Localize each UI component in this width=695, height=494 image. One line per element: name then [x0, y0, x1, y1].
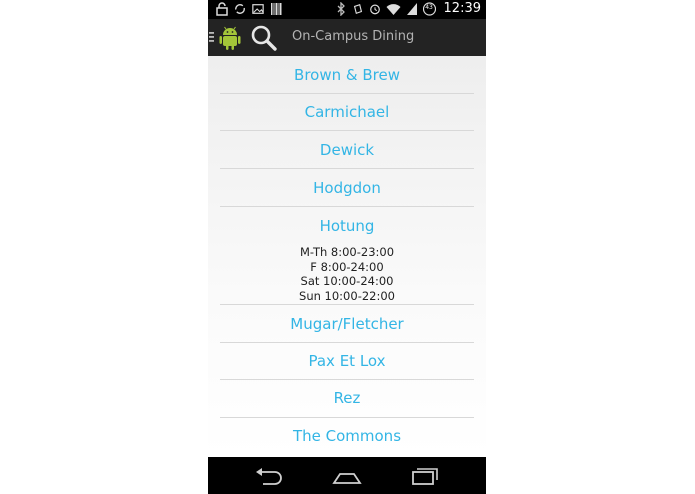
drawer-indicator-icon[interactable] [209, 31, 214, 43]
status-bar-right: 43 12:39 [335, 1, 481, 16]
list-divider [220, 342, 474, 343]
list-divider [220, 417, 474, 418]
dining-hall-label[interactable]: Mugar/Fletcher [208, 315, 486, 333]
battery-icon: 43 [422, 1, 436, 16]
barcode-icon [271, 3, 282, 15]
dining-hall-label[interactable]: Pax Et Lox [208, 352, 486, 370]
hours-line: Sun 10:00-22:00 [299, 289, 395, 303]
status-bar: 43 12:39 [208, 0, 486, 19]
dining-hall-label[interactable]: Dewick [208, 141, 486, 159]
list-divider [220, 93, 474, 94]
navigation-bar [208, 457, 486, 494]
dining-hall-label[interactable]: The Commons [208, 427, 486, 445]
home-icon[interactable] [331, 465, 363, 487]
page-title: On-Campus Dining [292, 29, 415, 44]
list-divider [220, 206, 474, 207]
dining-hall-label[interactable]: Hodgdon [208, 179, 486, 197]
dining-hall-label[interactable]: Hotung [208, 217, 486, 235]
sync-icon [235, 4, 245, 14]
wifi-icon [386, 3, 401, 15]
dining-hall-list: Brown & Brew Carmichael Dewick Hodgdon H… [208, 56, 486, 457]
alarm-icon [369, 4, 380, 14]
action-bar: On-Campus Dining [208, 19, 486, 56]
dining-hall-label[interactable]: Brown & Brew [208, 66, 486, 84]
status-clock: 12:39 [443, 1, 481, 16]
battery-level: 43 [425, 3, 433, 11]
list-divider [220, 130, 474, 131]
list-divider [220, 379, 474, 380]
image-icon [252, 4, 264, 14]
recent-apps-icon[interactable] [409, 465, 441, 487]
dining-hall-label[interactable]: Carmichael [208, 103, 486, 121]
list-divider [220, 168, 474, 169]
android-icon[interactable] [218, 24, 242, 51]
bluetooth-icon [337, 1, 345, 16]
nfc-icon [353, 3, 362, 14]
dining-hall-label[interactable]: Rez [208, 389, 486, 407]
lock-icon [216, 2, 228, 16]
signal-icon [406, 2, 417, 15]
phone-screen: 43 12:39 On-Campus Dining Brown & Brew C… [208, 0, 486, 494]
hours-line: Sat 10:00-24:00 [300, 274, 394, 288]
status-bar-left [216, 2, 282, 16]
back-icon[interactable] [253, 465, 285, 487]
list-divider [220, 304, 474, 305]
hours-line: M-Th 8:00-23:00 [299, 245, 395, 259]
search-icon[interactable] [249, 23, 279, 53]
hours-line: F 8:00-24:00 [310, 260, 384, 274]
